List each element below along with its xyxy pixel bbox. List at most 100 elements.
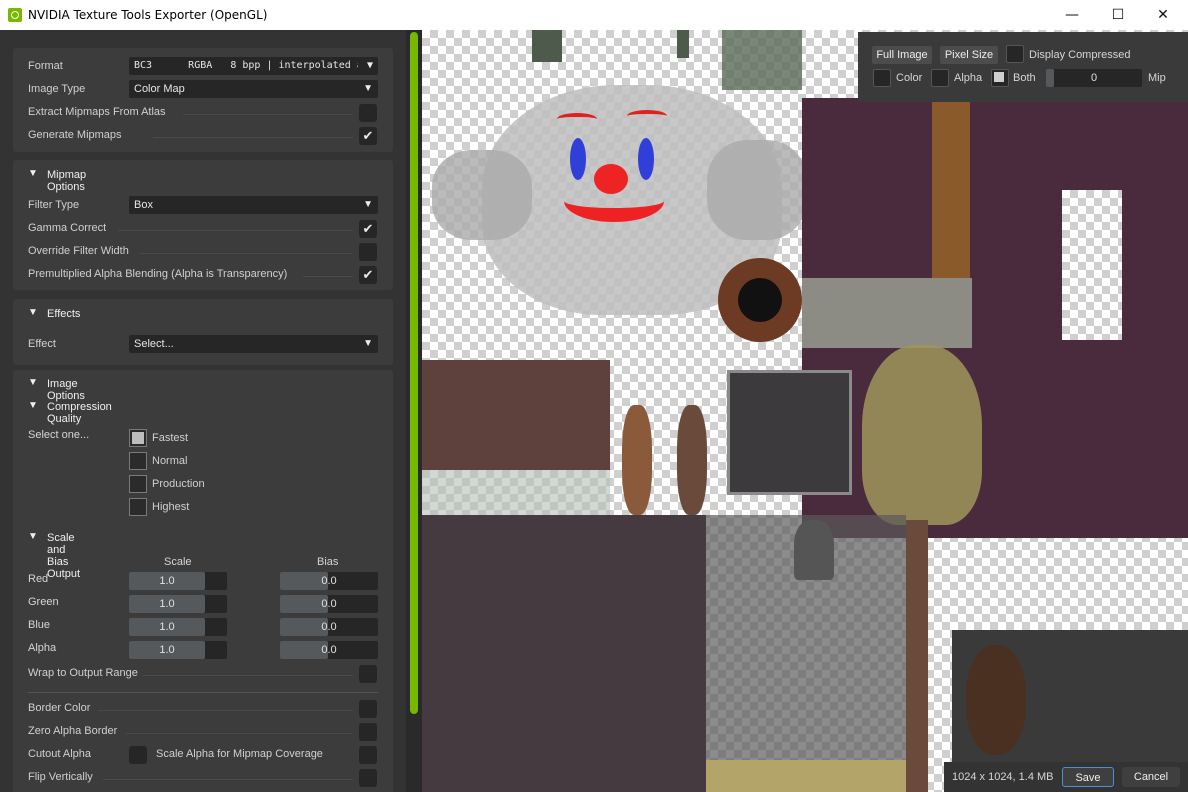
wrap-row: Wrap to Output Range bbox=[28, 664, 378, 684]
color-channel-label: Color bbox=[896, 72, 923, 84]
border-color-row: Border Color bbox=[28, 699, 378, 719]
settings-scrollbar[interactable] bbox=[406, 30, 422, 792]
image-type-dropdown[interactable]: Color Map ▼ bbox=[129, 80, 378, 98]
both-channel-label: Both bbox=[1013, 72, 1036, 84]
mipmap-options-title: Mipmap Options bbox=[47, 169, 87, 193]
close-button[interactable]: ✕ bbox=[1140, 0, 1186, 30]
checkmark-icon: ✔ bbox=[362, 221, 374, 236]
gamma-correct-checkbox[interactable]: ✔ bbox=[359, 220, 377, 238]
quality-normal-label: Normal bbox=[152, 455, 188, 467]
format-dropdown[interactable]: BC3 RGBA 8 bpp | interpolated a ▼ bbox=[129, 57, 378, 75]
override-filter-width-row: Override Filter Width bbox=[28, 242, 378, 262]
select-one-label: Select one... bbox=[28, 429, 90, 441]
gamma-correct-row: Gamma Correct ✔ bbox=[28, 219, 378, 239]
quality-highest-radio[interactable] bbox=[129, 498, 147, 516]
both-channel-checkbox[interactable] bbox=[991, 69, 1009, 87]
shoe-sole-texture bbox=[966, 645, 1026, 755]
full-image-button[interactable]: Full Image bbox=[872, 46, 932, 64]
chevron-down-icon: ▼ bbox=[363, 199, 373, 210]
vest-strap bbox=[932, 98, 970, 288]
scale-alpha-checkbox[interactable] bbox=[359, 746, 377, 764]
generate-mipmaps-checkbox[interactable]: ✔ bbox=[359, 127, 377, 145]
row-guide bbox=[118, 230, 353, 231]
scale-bias-title: Scale and Bias Output bbox=[47, 532, 81, 580]
minimize-button[interactable]: — bbox=[1049, 0, 1095, 30]
quality-fastest-label: Fastest bbox=[152, 432, 189, 444]
triangle-down-icon: ▼ bbox=[28, 377, 38, 388]
texture-patch bbox=[432, 150, 532, 240]
strap-texture bbox=[906, 520, 928, 792]
cancel-button[interactable]: Cancel bbox=[1122, 767, 1180, 787]
nvidia-logo-icon bbox=[8, 8, 22, 22]
display-compressed-checkbox[interactable] bbox=[1006, 45, 1024, 63]
effect-dropdown[interactable]: Select... ▼ bbox=[129, 335, 378, 353]
gamma-correct-label: Gamma Correct bbox=[28, 222, 107, 234]
quality-normal-radio[interactable] bbox=[129, 452, 147, 470]
red-scale-field[interactable]: 1.0 bbox=[129, 572, 227, 590]
zero-alpha-border-checkbox[interactable] bbox=[359, 723, 377, 741]
texture-strap bbox=[677, 30, 689, 58]
generate-mipmaps-label: Generate Mipmaps bbox=[28, 129, 122, 141]
flip-vertically-label: Flip Vertically bbox=[28, 771, 93, 783]
row-guide bbox=[143, 675, 353, 676]
blue-label: Blue bbox=[28, 619, 51, 631]
alpha-channel-checkbox[interactable] bbox=[931, 69, 949, 87]
title-bar: NVIDIA Texture Tools Exporter (OpenGL) —… bbox=[0, 0, 1188, 30]
format-label: Format bbox=[28, 60, 63, 72]
quality-production-label: Production bbox=[152, 478, 205, 490]
effect-label: Effect bbox=[28, 338, 56, 350]
texture-patch bbox=[722, 30, 802, 90]
color-channel-checkbox[interactable] bbox=[873, 69, 891, 87]
blue-bias-value: 0.0 bbox=[321, 621, 337, 633]
section-divider bbox=[28, 692, 378, 693]
green-scale-field[interactable]: 1.0 bbox=[129, 595, 227, 613]
row-guide bbox=[153, 137, 353, 138]
filter-type-value: Box bbox=[134, 199, 153, 211]
image-info-text: 1024 x 1024, 1.4 MB bbox=[952, 771, 1054, 783]
premultiplied-alpha-checkbox[interactable]: ✔ bbox=[359, 266, 377, 284]
alpha-scale-field[interactable]: 1.0 bbox=[129, 641, 227, 659]
border-color-label: Border Color bbox=[28, 702, 91, 714]
maximize-button[interactable]: ☐ bbox=[1095, 0, 1141, 30]
premultiplied-alpha-label: Premultiplied Alpha Blending (Alpha is T… bbox=[28, 268, 288, 280]
extract-mipmaps-checkbox[interactable] bbox=[359, 104, 377, 122]
clown-mouth bbox=[564, 180, 664, 222]
scrollbar-thumb[interactable] bbox=[410, 32, 418, 714]
alpha-channel-label: Alpha bbox=[954, 72, 983, 84]
image-type-value: Color Map bbox=[134, 83, 185, 95]
checkmark-icon: ✔ bbox=[362, 128, 374, 143]
flip-vertically-checkbox[interactable] bbox=[359, 769, 377, 787]
blue-scale-value: 1.0 bbox=[159, 621, 175, 633]
red-bias-value: 0.0 bbox=[321, 575, 337, 587]
clown-eye-blue bbox=[638, 138, 654, 180]
filter-type-dropdown[interactable]: Box ▼ bbox=[129, 196, 378, 214]
row-guide bbox=[126, 733, 353, 734]
blue-bias-field[interactable]: 0.0 bbox=[280, 618, 378, 636]
window-title: NVIDIA Texture Tools Exporter (OpenGL) bbox=[28, 8, 268, 22]
extract-mipmaps-label: Extract Mipmaps From Atlas bbox=[28, 106, 166, 118]
alpha-bias-field[interactable]: 0.0 bbox=[280, 641, 378, 659]
horn-texture bbox=[677, 405, 707, 515]
pixel-size-button[interactable]: Pixel Size bbox=[940, 46, 998, 64]
border-color-checkbox[interactable] bbox=[359, 700, 377, 718]
save-button[interactable]: Save bbox=[1062, 767, 1114, 787]
blue-scale-field[interactable]: 1.0 bbox=[129, 618, 227, 636]
green-label: Green bbox=[28, 596, 59, 608]
quality-production-radio[interactable] bbox=[129, 475, 147, 493]
quality-fastest-radio[interactable] bbox=[129, 429, 147, 447]
cutout-alpha-checkbox[interactable] bbox=[129, 746, 147, 764]
chevron-down-icon: ▼ bbox=[363, 338, 373, 349]
mipmap-options-section: ▼ Mipmap Options Filter Type Box ▼ Gamma… bbox=[13, 160, 393, 290]
clown-brow bbox=[557, 113, 597, 125]
wrap-checkbox[interactable] bbox=[359, 665, 377, 683]
override-filter-width-label: Override Filter Width bbox=[28, 245, 129, 257]
green-bias-field[interactable]: 0.0 bbox=[280, 595, 378, 613]
red-bias-field[interactable]: 0.0 bbox=[280, 572, 378, 590]
triangle-down-icon: ▼ bbox=[28, 168, 38, 179]
red-scale-value: 1.0 bbox=[159, 575, 175, 587]
green-bias-value: 0.0 bbox=[321, 598, 337, 610]
mip-level-value: 0 bbox=[1090, 72, 1098, 84]
texture-preview[interactable] bbox=[422, 30, 1188, 792]
override-filter-width-checkbox[interactable] bbox=[359, 243, 377, 261]
mip-level-field[interactable]: 0 bbox=[1046, 69, 1142, 87]
